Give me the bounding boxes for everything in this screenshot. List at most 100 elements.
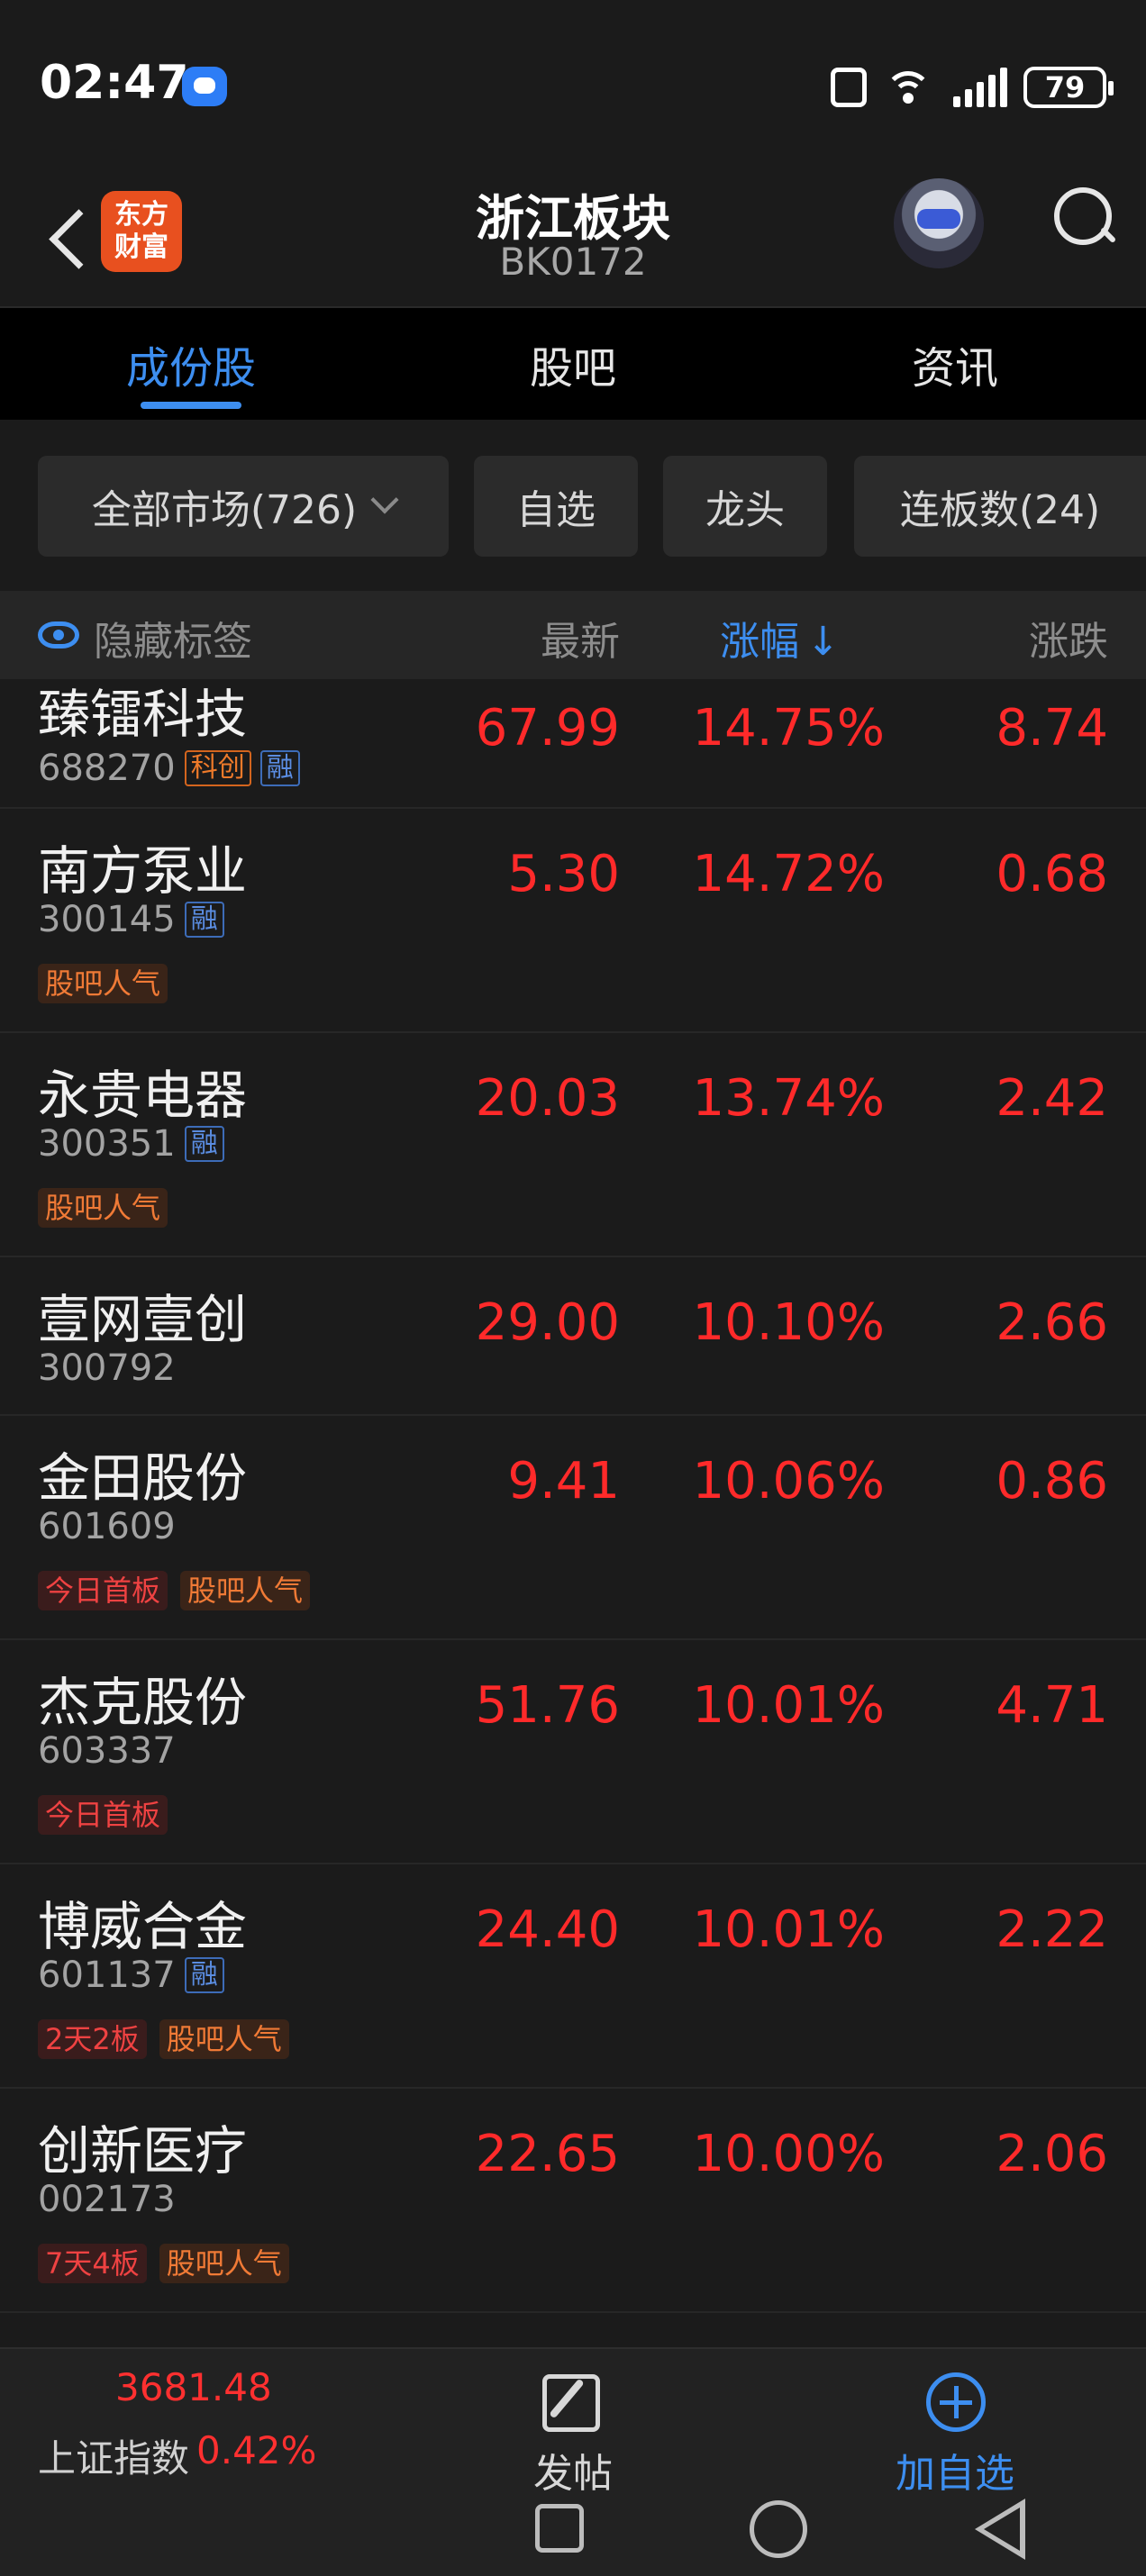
latest-price: 67.99 [475,699,620,757]
hide-tags-toggle[interactable]: 隐藏标签 [94,609,252,667]
status-time: 02:47 [40,56,189,110]
change-percent: 10.06% [692,1452,885,1510]
stock-row[interactable]: 杰克股份 603337 今日首板 51.76 10.01% 4.71 [0,1640,1146,1864]
change-amount: 2.42 [996,1069,1108,1128]
first-limit-up-tag: 今日首板 [38,1795,168,1835]
margin-badge: 融 [259,750,300,786]
add-to-watchlist-button[interactable]: 加自选 [892,2367,1018,2497]
stock-code: 002173 [38,2179,176,2220]
stock-code: 300792 [38,1347,176,1389]
stock-code: 300351 [38,1123,176,1165]
change-amount: 2.06 [996,2125,1108,2183]
stock-row[interactable]: 壹网壹创 300792 29.00 10.10% 2.66 [0,1257,1146,1416]
watchlist-filter-button[interactable]: 自选 [474,456,638,557]
margin-badge: 融 [184,1957,224,1993]
stock-code: 300145 [38,899,176,940]
index-change-percent[interactable]: 0.42% [196,2428,316,2472]
consecutive-limit-up-tag: 2天2板 [38,2019,147,2059]
change-percent: 13.74% [692,1069,885,1128]
consecutive-limit-up-tag: 7天4板 [38,2244,147,2283]
search-icon[interactable] [1050,184,1117,250]
column-header: 隐藏标签 最新 涨幅 ↓ 涨跌 [0,591,1146,679]
tab-constituents[interactable]: 成份股 [0,308,382,420]
tab-news[interactable]: 资讯 [764,308,1146,420]
latest-price: 29.00 [475,1293,620,1352]
stock-name: 南方泵业 [38,840,248,902]
wifi-icon [883,68,937,107]
change-percent: 14.72% [692,845,885,903]
eye-icon[interactable] [38,621,79,649]
stock-row[interactable]: 南方泵业 300145 融 股吧人气 5.30 14.72% 0.68 [0,809,1146,1033]
index-value[interactable]: 3681.48 [115,2365,272,2409]
tab-bar: 成份股 股吧 资讯 [0,308,1146,420]
latest-price: 51.76 [475,1676,620,1735]
signal-icon [953,68,1007,107]
margin-badge: 融 [184,902,224,938]
market-filter-label: 全部市场(726) [91,487,358,533]
nfc-icon [831,68,867,107]
battery-icon: 79 [1023,67,1114,108]
stock-row[interactable]: 创新医疗 002173 7天4板 股吧人气 22.65 10.00% 2.06 [0,2089,1146,2313]
stock-code: 601609 [38,1506,176,1547]
stock-name: 博威合金 [38,1896,248,1957]
change-amount: 0.68 [996,845,1108,903]
post-button[interactable]: 发帖 [523,2367,623,2497]
change-amount: 2.22 [996,1900,1108,1959]
market-filter-dropdown[interactable]: 全部市场(726) [38,456,449,557]
recent-apps-icon[interactable] [535,2504,584,2553]
first-limit-up-tag: 今日首板 [38,1571,168,1610]
change-percent: 10.01% [692,1676,885,1735]
change-percent: 10.10% [692,1293,885,1352]
change-amount: 0.86 [996,1452,1108,1510]
tab-forum[interactable]: 股吧 [382,308,764,420]
message-notification-icon [182,67,227,106]
latest-price: 9.41 [507,1452,620,1510]
header: 东方 财富 浙江板块 BK0172 [0,171,1146,308]
latest-price: 22.65 [475,2125,620,2183]
stock-row[interactable]: 臻镭科技 688270 科创 融 67.99 14.75% 8.74 [0,679,1146,809]
change-amount: 4.71 [996,1676,1108,1735]
column-latest-price[interactable]: 最新 [541,609,620,667]
change-percent: 10.01% [692,1900,885,1959]
forum-popular-tag: 股吧人气 [38,1188,168,1228]
column-change-percent-label: 涨幅 [720,619,800,665]
plus-circle-icon [926,2372,986,2432]
change-percent: 14.75% [692,699,885,757]
stock-code: 603337 [38,1730,176,1772]
stock-code: 601137 [38,1955,176,1996]
stock-code: 688270 [38,748,176,789]
add-to-watchlist-label: 加自选 [896,2451,1014,2497]
change-percent: 10.00% [692,2125,885,2183]
forum-popular-tag: 股吧人气 [159,2019,289,2059]
post-label: 发帖 [533,2451,613,2497]
stock-name: 臻镭科技 [38,684,248,745]
stock-list: 臻镭科技 688270 科创 融 67.99 14.75% 8.74 南方泵业 … [0,679,1146,2347]
robot-assistant-icon[interactable] [894,178,984,268]
stock-name: 永贵电器 [38,1065,248,1126]
back-triangle-icon[interactable] [975,2499,1025,2560]
sort-desc-icon: ↓ [806,619,840,665]
limit-up-streak-filter-button[interactable]: 连板数(24) [854,456,1146,557]
latest-price: 5.30 [507,845,620,903]
stock-row[interactable]: 永贵电器 300351 融 股吧人气 20.03 13.74% 2.42 [0,1033,1146,1257]
forum-popular-tag: 股吧人气 [159,2244,289,2283]
edit-icon [542,2374,600,2432]
column-change[interactable]: 涨跌 [1029,609,1108,667]
leader-filter-button[interactable]: 龙头 [663,456,827,557]
column-change-percent[interactable]: 涨幅 ↓ [720,609,840,667]
latest-price: 24.40 [475,1900,620,1959]
change-amount: 8.74 [996,699,1108,757]
index-name[interactable]: 上证指数 [38,2428,189,2483]
stock-name: 壹网壹创 [38,1289,248,1350]
stock-row[interactable]: 金田股份 601609 今日首板 股吧人气 9.41 10.06% 0.86 [0,1416,1146,1640]
change-amount: 2.66 [996,1293,1108,1352]
margin-badge: 融 [184,1126,224,1162]
home-icon[interactable] [750,2500,807,2558]
filter-bar: 全部市场(726) 自选 龙头 连板数(24) [0,420,1146,591]
forum-popular-tag: 股吧人气 [38,964,168,1003]
stock-row[interactable]: 博威合金 601137 融 2天2板 股吧人气 24.40 10.01% 2.2… [0,1864,1146,2089]
stock-name: 创新医疗 [38,2120,248,2181]
status-bar: 02:47 79 [0,0,1146,171]
stock-name: 金田股份 [38,1447,248,1509]
status-icons: 79 [831,63,1114,112]
